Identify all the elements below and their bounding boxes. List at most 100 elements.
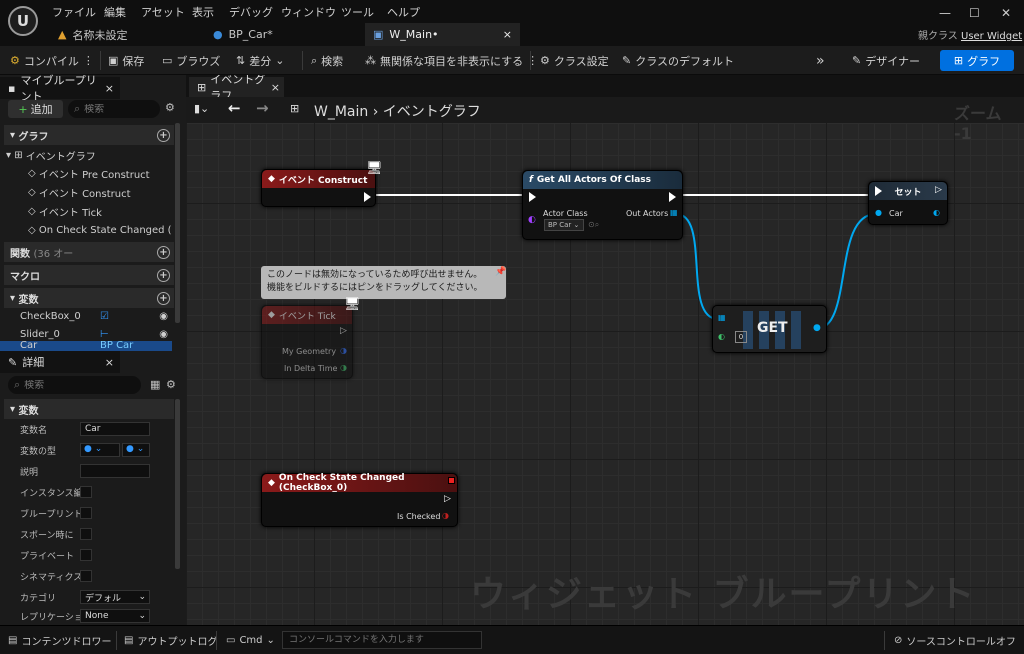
car-out-pin[interactable]: ◐: [933, 208, 940, 217]
find-button[interactable]: ⌕ 検索: [311, 46, 343, 75]
class-pin[interactable]: ◐: [528, 215, 536, 225]
unreal-logo[interactable]: U: [8, 6, 38, 36]
eye-icon[interactable]: ◉: [159, 311, 168, 322]
exec-in-pin[interactable]: [875, 186, 882, 196]
diff-button[interactable]: ⇅ 差分 ⌄: [236, 46, 284, 75]
description-input[interactable]: [80, 464, 150, 478]
menu-asset[interactable]: アセット: [141, 4, 185, 20]
add-graph-icon[interactable]: +: [157, 128, 170, 142]
class-defaults-button[interactable]: ✎ クラスのデフォルト: [622, 46, 734, 75]
graph-editor[interactable]: ⊞ イベントグラフ × ▮⌄ ← → ⊞ W_Main › イベントグラフ ズーム …: [186, 75, 1024, 625]
category-dropdown[interactable]: デフォル ⌄: [80, 590, 150, 604]
type-dropdown[interactable]: ● ⌄: [80, 443, 120, 457]
output-log-button[interactable]: ▤ アウトプットログ: [124, 626, 217, 654]
private-checkbox[interactable]: [80, 549, 92, 561]
add-variable-icon[interactable]: +: [157, 291, 170, 305]
close-icon[interactable]: ×: [105, 356, 114, 369]
exec-out-pin[interactable]: ▷: [444, 494, 451, 504]
replication-dropdown[interactable]: None ⌄: [80, 609, 150, 623]
menu-debug[interactable]: デバッグ: [229, 4, 273, 20]
tab-project[interactable]: ▲ 名称未設定: [50, 23, 190, 46]
section-graphs[interactable]: ▾ グラフ +: [4, 125, 174, 145]
expose-on-spawn-checkbox[interactable]: [80, 528, 92, 540]
details-search-input[interactable]: [24, 379, 125, 391]
item-out-pin[interactable]: ●: [813, 323, 821, 333]
add-button[interactable]: + 追加: [8, 100, 63, 118]
car-in-pin[interactable]: ●: [875, 208, 882, 217]
cinematics-checkbox[interactable]: [80, 570, 92, 582]
tab-bp-car[interactable]: ● BP_Car*: [205, 23, 355, 46]
tree-event-construct[interactable]: ◇ イベント Construct: [0, 183, 172, 201]
parent-class-link[interactable]: User Widget: [961, 31, 1022, 42]
minimize-icon[interactable]: —: [939, 6, 951, 20]
array-in-pin[interactable]: ▦: [718, 313, 726, 322]
search-field[interactable]: ⌕: [68, 100, 160, 118]
exec-out-pin[interactable]: [669, 192, 676, 202]
close-window-icon[interactable]: ✕: [1001, 6, 1011, 20]
array-out-pin[interactable]: ▦: [670, 208, 678, 217]
eye-icon[interactable]: ◉: [159, 329, 168, 340]
exec-in-pin[interactable]: [529, 192, 536, 202]
expand-toolbar-icon[interactable]: »: [816, 46, 825, 75]
cmd-dropdown[interactable]: ▭ Cmd ⌄: [226, 626, 275, 654]
save-button[interactable]: ▣ 保存: [108, 46, 144, 75]
node-event-construct[interactable]: ◆ イベント Construct: [261, 169, 376, 207]
variable-car[interactable]: Car BP Car: [0, 341, 172, 351]
tab-my-blueprint[interactable]: ▪ マイブループリント ×: [0, 74, 120, 103]
geometry-pin[interactable]: ◑: [340, 346, 347, 355]
menu-help[interactable]: ヘルプ: [387, 4, 420, 20]
menu-view[interactable]: 表示: [192, 4, 214, 20]
compile-options-icon[interactable]: ⋮: [83, 54, 94, 67]
section-functions[interactable]: 関数 (36 オー +: [4, 242, 174, 262]
source-control-button[interactable]: ⊘ ソースコントロールオフ: [894, 626, 1016, 654]
compile-button[interactable]: ⚙ コンパイル ⋮: [10, 46, 94, 75]
pin-icon[interactable]: 📌: [495, 267, 506, 277]
exec-out-pin[interactable]: ▷: [340, 326, 347, 336]
tree-event-pre-construct[interactable]: ◇ イベント Pre Construct: [0, 164, 172, 182]
content-drawer-button[interactable]: ▤ コンテンツドロワー: [8, 626, 111, 654]
settings-icon[interactable]: ⚙: [166, 378, 176, 391]
designer-mode-button[interactable]: ✎ デザイナー: [852, 46, 920, 75]
graph-mode-button[interactable]: ⊞ グラフ: [940, 50, 1014, 71]
section-variables[interactable]: ▾ 変数 +: [4, 288, 174, 308]
settings-icon[interactable]: ⚙: [165, 101, 175, 114]
node-event-tick[interactable]: ◆ イベント Tick ▷ My Geometry ◑ In Delta Time…: [261, 305, 353, 379]
instance-editable-checkbox[interactable]: [80, 486, 92, 498]
tree-event-tick[interactable]: ◇ イベント Tick: [0, 202, 172, 220]
delta-time-pin[interactable]: ◑: [340, 363, 347, 372]
node-get-all-actors[interactable]: f Get All Actors Of Class Actor Class ◐ O…: [522, 170, 683, 240]
blueprint-readonly-checkbox[interactable]: [80, 507, 92, 519]
more-options-icon[interactable]: ⋮: [527, 54, 538, 67]
console-input[interactable]: [282, 631, 482, 649]
search-input[interactable]: [84, 103, 149, 115]
tree-event-check-state[interactable]: ◇ On Check State Changed (Chec: [0, 221, 172, 239]
container-dropdown[interactable]: ● ⌄: [122, 443, 150, 457]
close-icon[interactable]: ×: [105, 82, 114, 95]
section-variable[interactable]: ▾ 変数: [4, 399, 174, 419]
class-settings-button[interactable]: ⚙ クラス設定: [540, 46, 609, 75]
browse-button[interactable]: ▭ ブラウズ: [162, 46, 220, 75]
add-macro-icon[interactable]: +: [157, 268, 170, 282]
scrollbar[interactable]: [175, 399, 180, 569]
details-search-field[interactable]: ⌕: [8, 376, 141, 394]
delegate-pin[interactable]: [448, 477, 455, 484]
scrollbar[interactable]: [175, 123, 180, 323]
index-pin[interactable]: ◐: [718, 332, 725, 341]
tab-details[interactable]: ✎ 詳細 ×: [0, 351, 120, 373]
exec-out-pin[interactable]: [364, 192, 371, 202]
exec-out-pin[interactable]: ▷: [935, 185, 942, 195]
node-on-check-state-changed[interactable]: ◆ On Check State Changed (CheckBox_0) ▷ I…: [261, 473, 458, 527]
node-set[interactable]: セット ▷ ● Car ◐: [868, 181, 948, 225]
hide-unrelated-button[interactable]: ⁂ 無関係な項目を非表示にする ⋮: [365, 46, 538, 75]
variable-checkbox[interactable]: CheckBox_0 ☑ ◉: [0, 307, 172, 325]
class-select-dropdown[interactable]: BP Car ⌄: [544, 219, 584, 231]
tab-w-main[interactable]: ▣ W_Main• ×: [365, 23, 520, 46]
menu-tools[interactable]: ツール: [341, 4, 374, 20]
node-array-get[interactable]: GET ▦ ◐ 0 ●: [712, 305, 827, 353]
section-macros[interactable]: マクロ +: [4, 265, 174, 285]
close-icon[interactable]: ×: [503, 28, 512, 41]
table-view-icon[interactable]: ▦: [150, 378, 160, 391]
menu-window[interactable]: ウィンドウ: [281, 4, 336, 20]
is-checked-pin[interactable]: ◑: [442, 511, 449, 520]
menu-file[interactable]: ファイル: [52, 4, 96, 20]
